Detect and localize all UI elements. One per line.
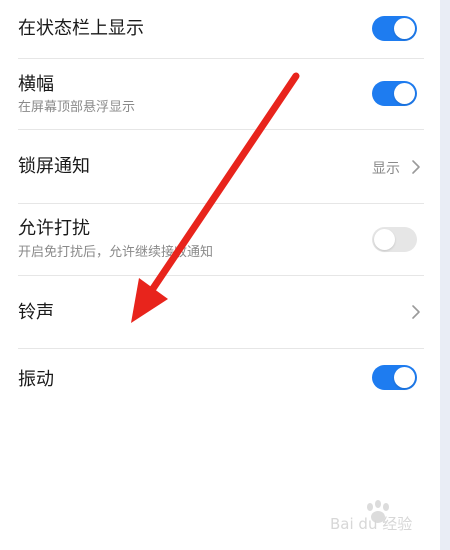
banner-label: 横幅 [18, 74, 54, 95]
allow-disturb-label: 允许打扰 [18, 218, 90, 239]
setting-row-lock-screen[interactable]: 锁屏通知 显示 [0, 130, 440, 203]
toggle-knob [394, 367, 415, 388]
setting-row-allow-disturb[interactable]: 允许打扰 开启免打扰后，允许继续接收通知 [0, 204, 440, 275]
ringtone-label: 铃声 [18, 302, 54, 323]
toggle-knob [374, 229, 395, 250]
baidu-watermark: Bai du 经验 [330, 500, 412, 533]
vibration-label: 振动 [18, 369, 54, 390]
watermark-text: Bai du 经验 [330, 515, 412, 533]
setting-row-banner[interactable]: 横幅 在屏幕顶部悬浮显示 [0, 59, 440, 129]
status-bar-label: 在状态栏上显示 [18, 18, 144, 39]
setting-row-vibration[interactable]: 振动 [0, 349, 440, 409]
chevron-right-icon [412, 160, 420, 174]
toggle-knob [394, 83, 415, 104]
setting-row-ringtone[interactable]: 铃声 [0, 276, 440, 348]
allow-disturb-description: 开启免打扰后，允许继续接收通知 [18, 245, 214, 260]
setting-row-status-bar[interactable]: 在状态栏上显示 [0, 0, 440, 58]
lock-screen-value: 显示 [372, 161, 400, 177]
status-bar-toggle[interactable] [372, 16, 417, 41]
toggle-knob [394, 18, 415, 39]
banner-description: 在屏幕顶部悬浮显示 [18, 100, 136, 115]
vibration-toggle[interactable] [372, 365, 417, 390]
lock-screen-label: 锁屏通知 [18, 156, 90, 177]
allow-disturb-toggle[interactable] [372, 227, 417, 252]
banner-toggle[interactable] [372, 81, 417, 106]
chevron-right-icon [412, 305, 420, 319]
scroll-rail [440, 0, 450, 550]
